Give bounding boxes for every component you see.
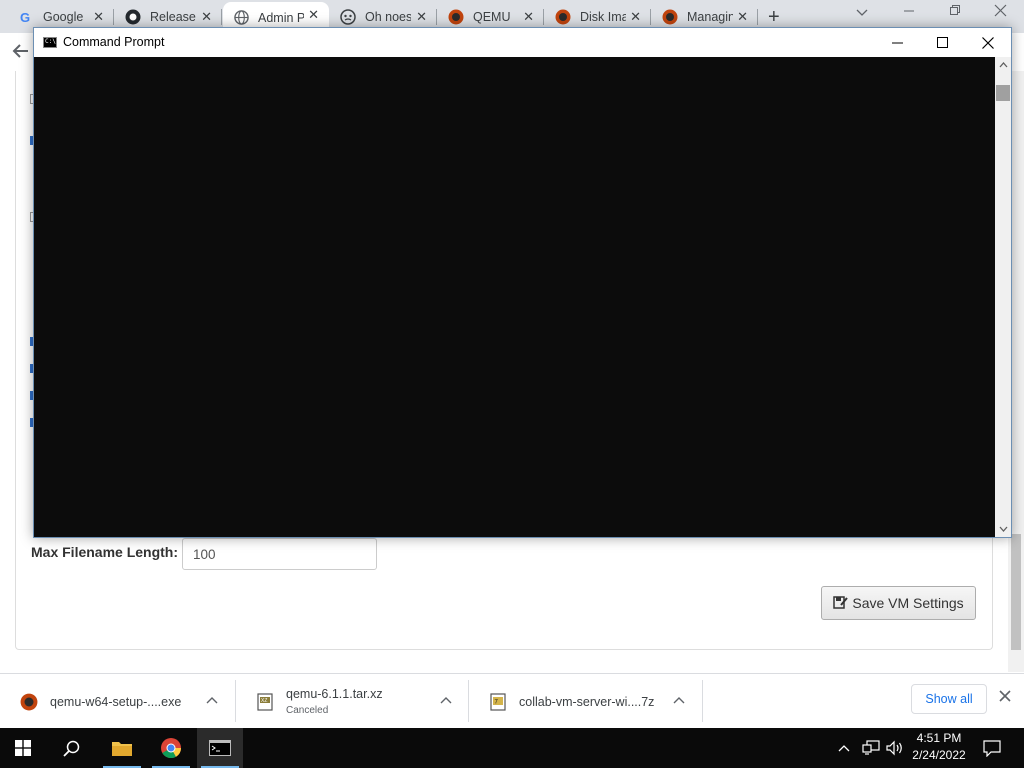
download-item[interactable]: XZ qemu-6.1.1.tar.xz Canceled [236,674,469,729]
cmd-app-icon [43,37,57,48]
command-prompt-window[interactable]: Command Prompt [33,27,1012,538]
taskbar-chrome[interactable] [148,728,194,768]
save-vm-settings-button[interactable]: Save VM Settings [821,586,976,620]
tab-title: Admin Panel [258,10,304,25]
tab-title: Disk Images [580,10,626,24]
cmd-title-bar[interactable]: Command Prompt [34,28,1011,57]
folder-icon [112,742,132,756]
volume-icon[interactable] [886,728,904,768]
qemu-icon [555,9,571,25]
chrome-icon [161,738,182,759]
tab-close-icon[interactable]: ✕ [201,9,212,25]
tab-close-icon[interactable]: ✕ [93,9,104,25]
network-icon[interactable] [862,728,880,768]
cmd-console-area[interactable] [34,57,995,537]
taskbar-file-explorer[interactable] [99,728,145,768]
taskbar-clock[interactable]: 4:51 PM 2/24/2022 [910,730,968,764]
close-shelf-icon[interactable] [999,689,1011,706]
clock-date: 2/24/2022 [912,748,966,762]
download-item[interactable]: qemu-w64-setup-....exe [0,674,236,729]
7z-archive-icon: 7 [489,692,507,711]
back-arrow-icon[interactable] [12,42,30,65]
show-all-downloads-button[interactable]: Show all [911,684,987,714]
download-filename: qemu-w64-setup-....exe [50,694,182,709]
show-hidden-icons-chevron-icon[interactable] [838,728,850,768]
windows-logo-icon [15,740,31,756]
max-filename-input[interactable] [182,538,377,570]
browser-minimize-icon[interactable] [903,4,915,19]
cmd-icon [209,740,231,756]
mascot-icon [340,9,356,25]
chevron-up-icon[interactable] [206,693,218,707]
cmd-window-title: Command Prompt [63,35,165,49]
save-edit-icon [833,595,849,612]
cmd-close-button[interactable] [965,28,1011,57]
tab-title: Google [43,10,84,24]
windows-taskbar: 4:51 PM 2/24/2022 [0,728,1024,768]
save-button-label: Save VM Settings [852,595,964,611]
github-icon [125,9,141,25]
tab-close-icon[interactable]: ✕ [523,9,534,25]
max-filename-label: Max Filename Length: [31,544,179,560]
svg-text:G: G [20,10,30,24]
start-button[interactable] [0,728,46,768]
qemu-icon [662,9,678,25]
globe-icon [233,10,249,26]
scroll-down-arrow-icon[interactable] [995,521,1011,537]
page-scrollbar-thumb[interactable] [1011,534,1021,650]
tab-title: QEMU [473,10,511,24]
qemu-icon [448,9,464,25]
clock-time: 4:51 PM [916,731,962,745]
notification-center-icon[interactable] [983,728,1001,768]
tab-title: Oh noes [365,10,411,24]
qemu-installer-icon [20,693,38,711]
chevron-up-icon[interactable] [440,693,452,707]
new-tab-button[interactable]: + [768,6,780,29]
svg-text:XZ: XZ [261,698,267,704]
tab-close-icon[interactable]: ✕ [416,9,427,25]
search-button[interactable] [48,728,94,768]
tab-close-icon[interactable]: ✕ [630,9,641,25]
chevron-up-icon[interactable] [673,693,685,707]
scroll-up-arrow-icon[interactable] [995,57,1011,73]
download-filename: collab-vm-server-wi....7z [519,694,655,709]
archive-file-icon: XZ [256,692,274,711]
tab-close-icon[interactable]: ✕ [737,9,748,25]
browser-close-icon[interactable] [994,4,1007,20]
browser-restore-icon[interactable] [949,4,961,19]
google-icon: G [18,9,34,25]
taskbar-command-prompt[interactable] [197,728,243,768]
tab-title: Managing [687,10,733,24]
cmd-scrollbar[interactable] [995,57,1011,537]
cmd-minimize-button[interactable] [874,28,920,57]
download-shelf: qemu-w64-setup-....exe XZ qemu-6.1.1.tar… [0,673,1024,729]
download-status: Canceled [286,705,329,716]
cmd-maximize-button[interactable] [919,28,965,57]
search-icon [62,740,79,757]
download-item[interactable]: 7 collab-vm-server-wi....7z [469,674,703,729]
tab-title: Releases [150,10,196,24]
download-filename: qemu-6.1.1.tar.xz [286,687,383,701]
tab-close-icon[interactable]: ✕ [308,7,319,23]
tab-search-chevron-icon[interactable] [856,5,868,20]
cmd-scrollbar-thumb[interactable] [996,85,1010,101]
